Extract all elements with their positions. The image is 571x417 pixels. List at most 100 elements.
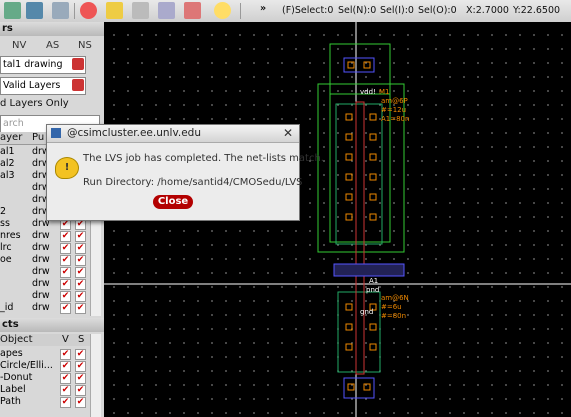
dialog-titlebar[interactable]: @csimcluster.ee.unlv.edu ✕	[47, 125, 299, 143]
visible-checkbox[interactable]: ✔	[60, 267, 71, 278]
copy-icon[interactable]	[158, 2, 175, 19]
object-col-header[interactable]: Object	[0, 334, 33, 345]
visible-checkbox[interactable]: ✔	[60, 303, 71, 314]
status-sel-o: Sel(O):0	[418, 5, 457, 16]
layer-row[interactable]: drw ✔ ✔	[0, 266, 100, 278]
selectable-checkbox[interactable]: ✔	[75, 267, 86, 278]
zoom-icon[interactable]	[52, 2, 69, 19]
label-pmos-model: am@6P	[381, 97, 408, 105]
layer-purpose: drw	[32, 302, 50, 313]
select-icon[interactable]	[26, 2, 43, 19]
layer-row[interactable]: oe drw ✔ ✔	[0, 254, 100, 266]
stop-icon[interactable]	[80, 2, 97, 19]
visible-checkbox[interactable]: ✔	[60, 291, 71, 302]
close-button[interactable]: Close	[153, 195, 193, 209]
object-row[interactable]: Path ✔ ✔	[0, 396, 100, 408]
layer-purpose: drw	[32, 230, 50, 241]
object-name: -Donut	[0, 372, 33, 383]
col-ns[interactable]: NS	[78, 40, 92, 51]
layer-name: lrc	[0, 242, 12, 253]
selectable-checkbox[interactable]: ✔	[75, 373, 86, 384]
col-as[interactable]: AS	[46, 40, 59, 51]
objects-panel-title: cts	[0, 318, 104, 332]
layer-row[interactable]: drw ✔ ✔	[0, 278, 100, 290]
top-contact-area	[329, 43, 391, 95]
visible-checkbox[interactable]: ✔	[60, 373, 71, 384]
visible-checkbox[interactable]: ✔	[60, 231, 71, 242]
selectable-checkbox[interactable]: ✔	[75, 243, 86, 254]
visible-checkbox[interactable]: ✔	[60, 255, 71, 266]
selectable-checkbox[interactable]: ✔	[75, 231, 86, 242]
visible-checkbox[interactable]: ✔	[60, 397, 71, 408]
layer-name: al1	[0, 146, 15, 157]
visible-checkbox[interactable]: ✔	[60, 385, 71, 396]
chevron-down-icon[interactable]	[72, 58, 84, 70]
object-row[interactable]: apes ✔ ✔	[0, 348, 100, 360]
object-row[interactable]: Label ✔ ✔	[0, 384, 100, 396]
status-fselect: (F)Select:0	[282, 5, 334, 16]
label-nmos-length: #=80n	[381, 312, 407, 320]
layer-name: ss	[0, 218, 10, 229]
marker-icon[interactable]	[184, 2, 201, 19]
selectable-checkbox[interactable]: ✔	[75, 255, 86, 266]
layer-row[interactable]: lrc drw ✔ ✔	[0, 242, 100, 254]
contacts	[345, 61, 377, 391]
label-vdd: vdd!	[360, 88, 376, 96]
selectable-checkbox[interactable]: ✔	[75, 397, 86, 408]
warning-icon[interactable]	[106, 2, 123, 19]
status-x-coord: X:2.7000	[466, 5, 509, 16]
chevron-down-icon[interactable]	[72, 79, 84, 91]
layers-panel-title: rs	[0, 22, 104, 36]
layer-purpose: drw	[32, 266, 50, 277]
layer-col-header[interactable]: ayer	[0, 132, 22, 143]
layer-row[interactable]: drw ✔ ✔	[0, 290, 100, 302]
object-name: apes	[0, 348, 23, 359]
selectable-checkbox[interactable]: ✔	[75, 303, 86, 314]
selectable-checkbox[interactable]: ✔	[75, 361, 86, 372]
layer-select[interactable]: tal1 drawing	[0, 56, 86, 74]
selectable-checkbox[interactable]: ✔	[75, 385, 86, 396]
object-name: Path	[0, 396, 21, 407]
purpose-col-header[interactable]: Pu	[32, 132, 44, 143]
main-toolbar: » (F)Select:0 Sel(N):0 Sel(I):0 Sel(O):0…	[0, 0, 571, 23]
selectable-checkbox[interactable]: ✔	[75, 349, 86, 360]
label-pmos-length: A1=80n	[381, 115, 410, 123]
poly-gate	[355, 101, 365, 375]
visible-checkbox[interactable]: ✔	[60, 243, 71, 254]
object-row[interactable]: Circle/Elli... ✔ ✔	[0, 360, 100, 372]
toolbar-more[interactable]: »	[260, 3, 266, 14]
toolbar-separator	[74, 3, 75, 19]
visible-checkbox[interactable]: ✔	[60, 361, 71, 372]
visible-checkbox[interactable]: ✔	[60, 279, 71, 290]
valid-layers-only[interactable]: d Layers Only	[0, 98, 69, 109]
col-nv[interactable]: NV	[12, 40, 26, 51]
object-table-header: Object V S	[0, 334, 90, 346]
v-col-header[interactable]: V	[62, 334, 69, 345]
ruler-icon[interactable]	[132, 2, 149, 19]
layer-name: nres	[0, 230, 21, 241]
bulb-icon[interactable]	[214, 2, 231, 19]
object-list: apes ✔ ✔ Circle/Elli... ✔ ✔ -Donut ✔ ✔ Label ✔ ✔ Pat…	[0, 348, 90, 417]
layer-purpose: drw	[32, 242, 50, 253]
object-name: Circle/Elli...	[0, 360, 53, 371]
selectable-checkbox[interactable]: ✔	[75, 279, 86, 290]
app-icon	[51, 128, 61, 138]
object-list-scrollbar[interactable]	[90, 334, 101, 417]
objects-panel-title-text: cts	[2, 319, 19, 330]
label-pmos-width: #=12u	[381, 106, 407, 114]
filter-select[interactable]: Valid Layers	[0, 77, 86, 95]
layer-name: al3	[0, 170, 15, 181]
selectable-checkbox[interactable]: ✔	[75, 291, 86, 302]
dialog-run-directory: Run Directory: /home/santid4/CMOSedu/LVS	[83, 177, 303, 188]
layer-purpose: drw	[32, 290, 50, 301]
toolbar-separator	[240, 3, 241, 19]
object-row[interactable]: -Donut ✔ ✔	[0, 372, 100, 384]
layer-row[interactable]: _id drw ✔ ✔	[0, 302, 100, 314]
status-sel-n: Sel(N):0	[338, 5, 377, 16]
label-a1: A1	[369, 277, 379, 285]
visible-checkbox[interactable]: ✔	[60, 349, 71, 360]
close-icon[interactable]: ✕	[283, 126, 293, 140]
layer-row[interactable]: nres drw ✔ ✔	[0, 230, 100, 242]
layers-icon[interactable]	[4, 2, 21, 19]
s-col-header[interactable]: S	[78, 334, 84, 345]
